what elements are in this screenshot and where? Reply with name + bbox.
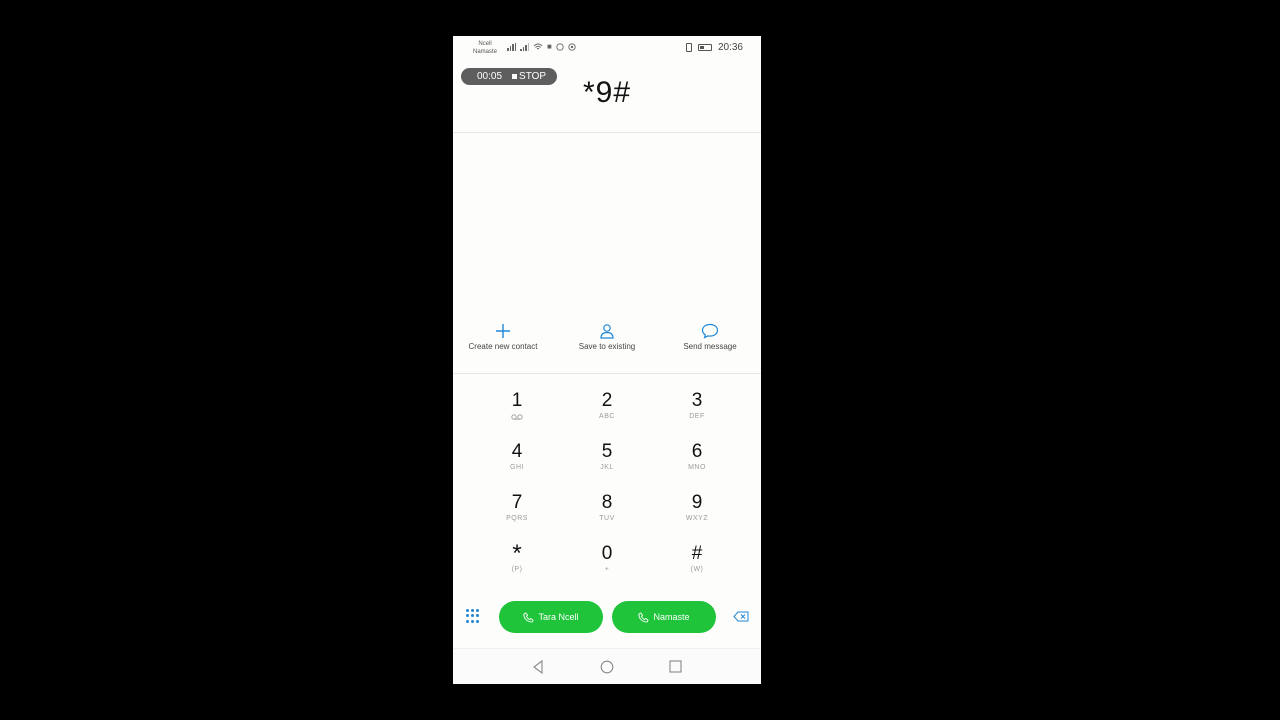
key-letters: (P): [511, 566, 523, 573]
dialed-number-field[interactable]: *9#: [453, 76, 761, 110]
actions-divider: [453, 373, 761, 374]
carrier-line-1: Ncell: [478, 41, 492, 47]
battery-icon: [697, 44, 712, 51]
call-sim1-label: Tara Ncell: [538, 612, 579, 622]
key-letters: MNO: [688, 464, 706, 471]
key-letters: PQRS: [506, 515, 528, 522]
person-icon: [600, 324, 614, 339]
key-7[interactable]: 7 PQRS: [472, 488, 562, 539]
key-1[interactable]: 1: [472, 386, 562, 437]
key-6[interactable]: 6 MNO: [652, 437, 742, 488]
call-row: Tara Ncell Namaste: [453, 601, 761, 633]
dialpad-toggle-icon[interactable]: [466, 609, 480, 623]
key-digit: 3: [691, 390, 703, 411]
key-2[interactable]: 2 ABC: [562, 386, 652, 437]
key-digit: 1: [511, 390, 523, 411]
key-letters: GHI: [510, 464, 524, 471]
key-digit: 2: [601, 390, 613, 411]
clock: 20:36: [717, 42, 743, 53]
key-digit: 0: [601, 543, 613, 564]
key-letters: WXYZ: [685, 515, 709, 522]
key-letters: ABC: [599, 413, 615, 420]
home-icon[interactable]: [600, 660, 614, 674]
status-icons-right: 20:36: [685, 42, 743, 53]
chrome-icon: [568, 43, 576, 51]
create-new-contact-label: Create new contact: [468, 342, 538, 351]
key-digit: #: [691, 543, 703, 564]
key-letters: +: [604, 566, 610, 573]
status-icons-left: ■: [507, 43, 576, 51]
back-icon[interactable]: [532, 660, 544, 674]
navigation-bar: [453, 648, 761, 684]
save-to-existing-label: Save to existing: [578, 342, 636, 351]
key-letters: DEF: [689, 413, 705, 420]
key-digit: 8: [601, 492, 613, 513]
key-digit: 7: [511, 492, 523, 513]
phone-screen: Ncell Namaste ■ 20:36 00:05 STOP *9# Cre…: [453, 36, 761, 684]
save-to-existing-button[interactable]: Save to existing: [557, 323, 657, 351]
key-letters: TUV: [599, 515, 615, 522]
number-divider: [453, 132, 761, 133]
recents-icon[interactable]: [669, 660, 682, 673]
vibrate-icon: [685, 43, 692, 52]
key-digit: 5: [601, 441, 613, 462]
key-star[interactable]: * (P): [472, 539, 562, 590]
key-digit: *: [512, 540, 522, 567]
phone-icon: [523, 611, 535, 623]
key-digit: 9: [691, 492, 703, 513]
create-new-contact-button[interactable]: Create new contact: [453, 323, 553, 351]
stop-square-icon: ■: [547, 42, 552, 51]
send-message-label: Send message: [683, 342, 737, 351]
plus-icon: [496, 324, 510, 338]
whatsapp-icon: [556, 43, 564, 51]
backspace-icon[interactable]: [733, 611, 749, 622]
carrier-names: Ncell Namaste: [473, 40, 497, 56]
key-0[interactable]: 0 +: [562, 539, 652, 590]
key-letters: (W): [690, 566, 704, 573]
key-9[interactable]: 9 WXYZ: [652, 488, 742, 539]
wifi-icon: [533, 43, 543, 50]
voicemail-icon: [511, 414, 523, 420]
send-message-button[interactable]: Send message: [660, 323, 760, 351]
quick-actions: Create new contact Save to existing Send…: [453, 323, 761, 363]
key-letters: JKL: [600, 464, 614, 471]
carrier-line-2: Namaste: [473, 49, 498, 55]
signal-strength-2-icon: [520, 43, 529, 51]
key-digit: 4: [511, 441, 523, 462]
key-digit: 6: [691, 441, 703, 462]
call-sim1-button[interactable]: Tara Ncell: [499, 601, 603, 633]
call-sim2-button[interactable]: Namaste: [612, 601, 716, 633]
key-hash[interactable]: # (W): [652, 539, 742, 590]
status-bar: Ncell Namaste ■ 20:36: [453, 36, 761, 60]
dial-keypad: 1 2 ABC 3 DEF 4 GHI 5 JKL 6 MNO 7 PQRS 8: [472, 386, 742, 590]
chat-bubble-icon: [701, 323, 719, 339]
key-5[interactable]: 5 JKL: [562, 437, 652, 488]
phone-icon: [638, 611, 650, 623]
key-3[interactable]: 3 DEF: [652, 386, 742, 437]
key-8[interactable]: 8 TUV: [562, 488, 652, 539]
key-4[interactable]: 4 GHI: [472, 437, 562, 488]
signal-strength-icon: [507, 43, 516, 51]
call-sim2-label: Namaste: [653, 612, 690, 622]
